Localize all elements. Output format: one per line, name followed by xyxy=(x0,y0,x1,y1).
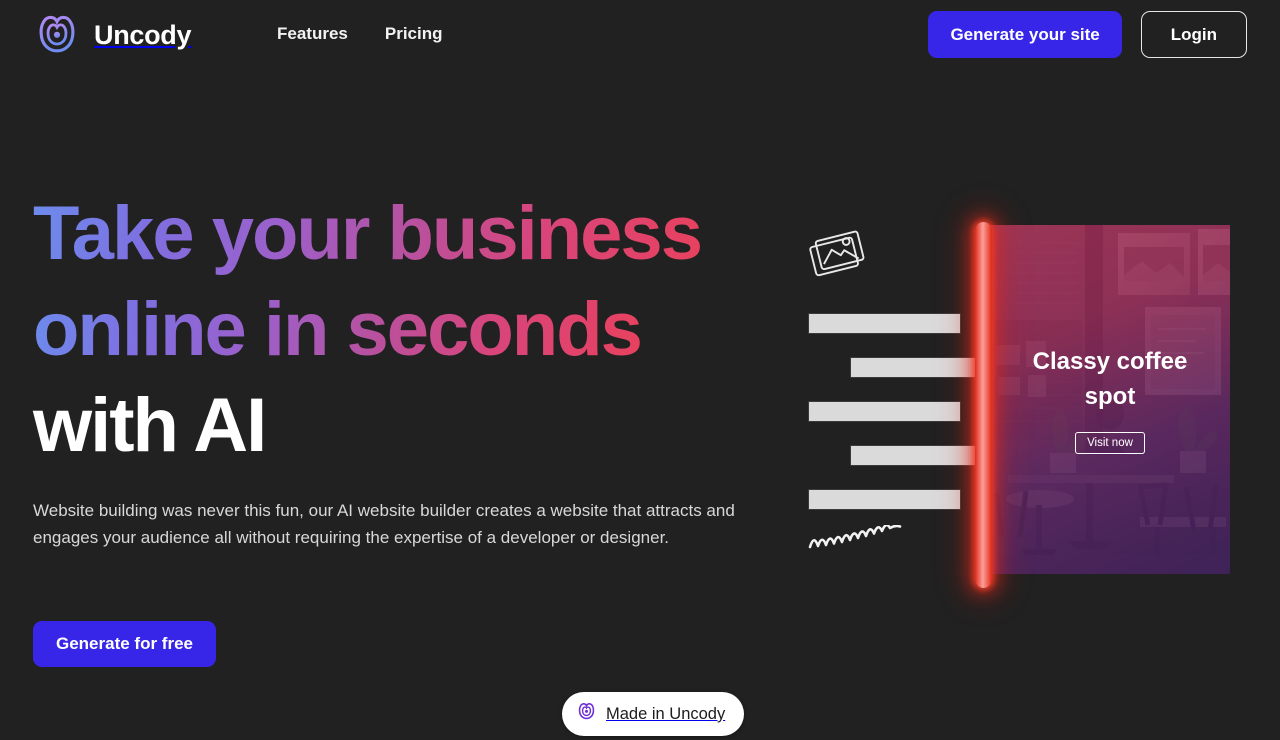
hero-illustration: Classy coffee spot Visit now xyxy=(790,200,1260,600)
main-navigation: Features Pricing xyxy=(277,23,443,45)
generate-your-site-button[interactable]: Generate your site xyxy=(928,11,1122,58)
placeholder-bar xyxy=(808,313,961,334)
header-actions: Generate your site Login xyxy=(928,11,1247,58)
visit-now-button[interactable]: Visit now xyxy=(1075,432,1145,455)
hero-text-block: Take your business online in seconds wit… xyxy=(33,186,753,474)
brand-logo-link[interactable]: Uncody xyxy=(33,11,192,59)
site-preview-card[interactable]: Classy coffee spot Visit now xyxy=(990,225,1230,574)
login-button[interactable]: Login xyxy=(1140,11,1247,58)
placeholder-bar xyxy=(808,401,961,422)
generate-for-free-button[interactable]: Generate for free xyxy=(33,621,216,667)
headline-line-1: Take your business xyxy=(33,191,703,276)
headline-line-2: online in seconds xyxy=(33,287,643,373)
nav-link-features[interactable]: Features xyxy=(277,23,348,45)
neon-accent-bar xyxy=(975,222,992,588)
placeholder-bar xyxy=(808,489,961,510)
landing-page: Uncody Features Pricing Generate your si… xyxy=(0,0,1280,740)
made-in-uncody-badge[interactable]: Made in Uncody xyxy=(562,692,745,736)
site-header: Uncody Features Pricing Generate your si… xyxy=(0,0,1280,70)
made-in-uncody-label: Made in Uncody xyxy=(606,704,726,723)
nav-link-pricing[interactable]: Pricing xyxy=(385,23,443,45)
brand-name: Uncody xyxy=(94,19,192,50)
uncody-logo-icon xyxy=(576,701,597,727)
page-title: Take your business online in seconds wit… xyxy=(33,186,753,474)
uncody-logo-icon xyxy=(33,11,81,59)
card-title: Classy coffee spot xyxy=(1032,347,1188,410)
hero-description: Website building was never this fun, our… xyxy=(33,501,735,547)
headline-line-3: with AI xyxy=(33,383,267,469)
card-content: Classy coffee spot Visit now xyxy=(990,225,1230,574)
